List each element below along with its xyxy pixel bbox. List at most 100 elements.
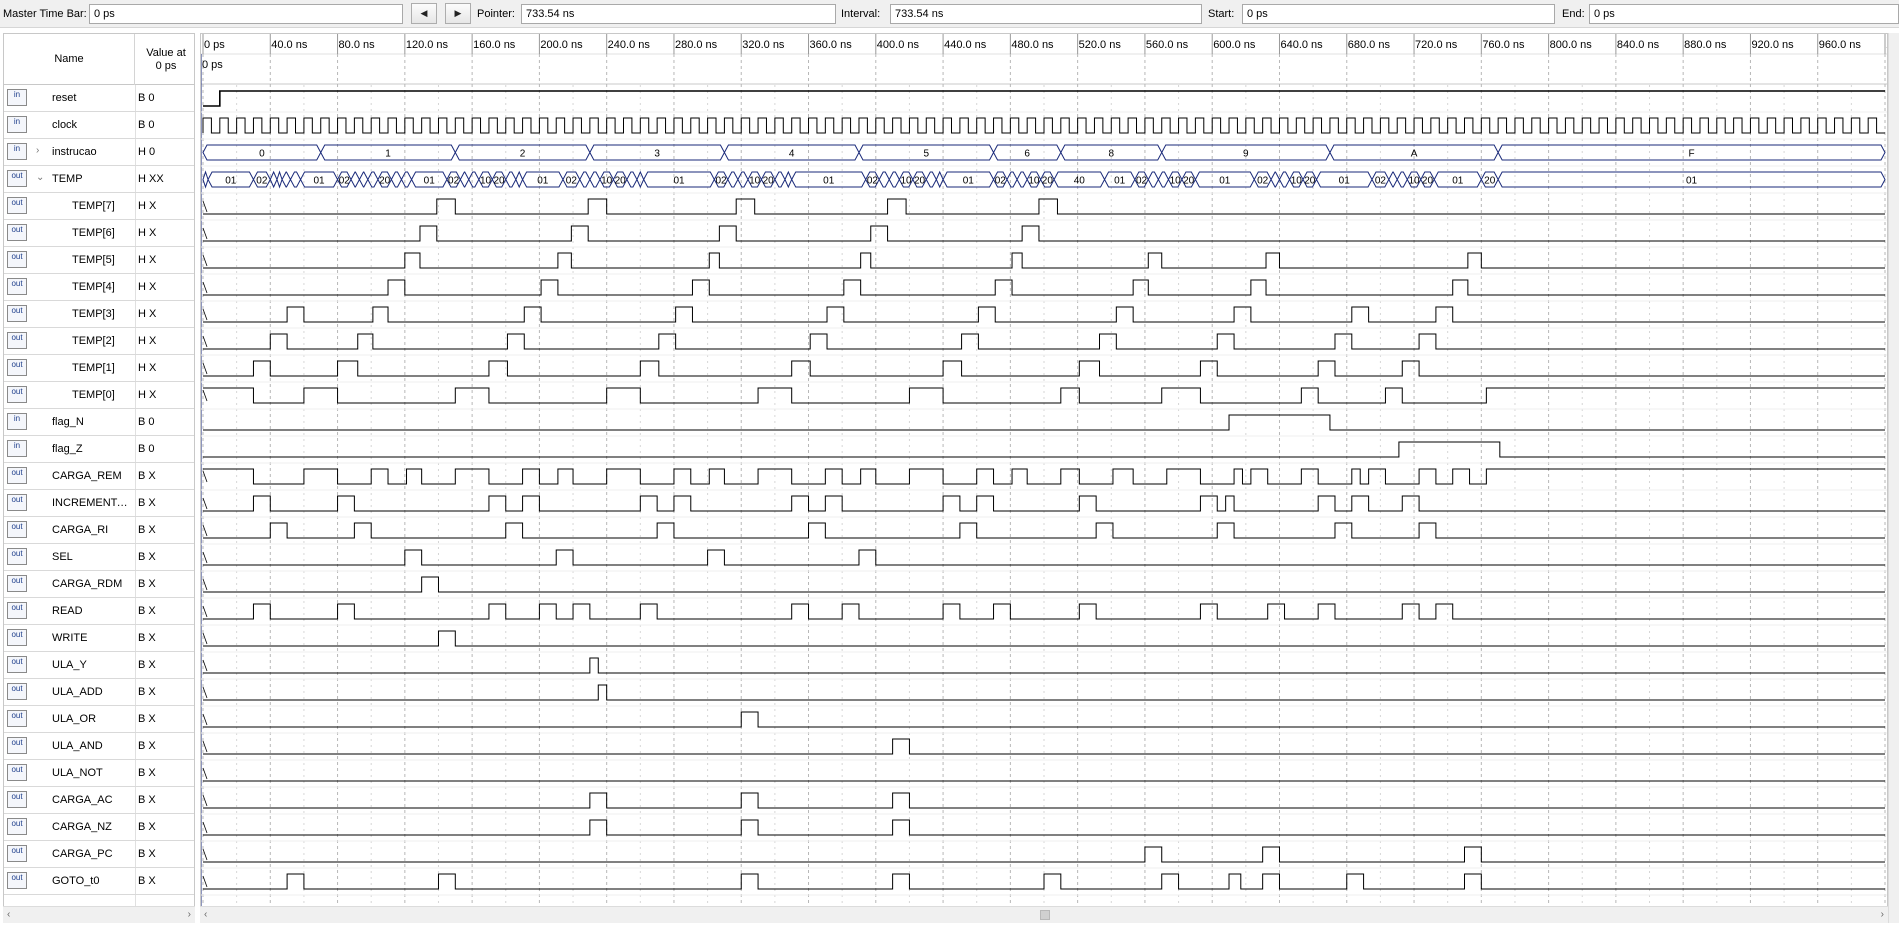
signal-row-temp0[interactable]: out TEMP[0] H X — [4, 382, 194, 409]
bus-segment-value: 10 — [480, 176, 492, 187]
signal-value: H X — [138, 308, 157, 320]
time-tick-label: 120.0 ns — [406, 39, 449, 51]
signal-row-read[interactable]: out READ B X — [4, 598, 194, 625]
unknown-marker — [202, 281, 208, 294]
scroll-right-icon[interactable]: › — [188, 909, 191, 920]
signal-row-temp2[interactable]: out TEMP[2] H X — [4, 328, 194, 355]
output-pin-icon: out — [7, 305, 27, 322]
signal-row-ula-y[interactable]: out ULA_Y B X — [4, 652, 194, 679]
output-pin-icon: out — [7, 197, 27, 214]
signal-row-temp1[interactable]: out TEMP[1] H X — [4, 355, 194, 382]
bus-segment — [1157, 171, 1170, 188]
signal-row-carga-rem[interactable]: out CARGA_REM B X — [4, 463, 194, 490]
signal-value: H X — [138, 227, 157, 239]
interval-label: Interval: — [841, 8, 881, 20]
signal-value: B X — [138, 848, 156, 860]
scroll-thumb[interactable] — [1040, 910, 1050, 920]
name-column-header[interactable]: Name — [4, 34, 135, 85]
end-field[interactable]: 0 ps — [1589, 4, 1899, 24]
signal-row-carga-ri[interactable]: out CARGA_RI B X — [4, 517, 194, 544]
start-field[interactable]: 0 ps — [1242, 4, 1555, 24]
time-tick-label: 360.0 ns — [810, 39, 853, 51]
output-pin-icon: out — [7, 710, 27, 727]
scroll-right-icon[interactable]: › — [1881, 909, 1884, 920]
waveform-temp2 — [203, 333, 1885, 350]
signal-row-instrucao[interactable]: in › instrucao H 0 — [4, 139, 194, 166]
output-pin-icon: out — [7, 224, 27, 241]
signal-name: CARGA_RDM — [52, 578, 123, 590]
signal-row-flag-n[interactable]: in flag_N B 0 — [4, 409, 194, 436]
collapse-chevron-icon[interactable]: ⌄ — [36, 172, 44, 183]
time-tick-label: 680.0 ns — [1348, 39, 1391, 51]
signal-value: B X — [138, 686, 156, 698]
signal-name: clock — [52, 119, 78, 131]
signal-row-ula-not[interactable]: out ULA_NOT B X — [4, 760, 194, 787]
signal-row-ula-or[interactable]: out ULA_OR B X — [4, 706, 194, 733]
bus-segment-value: 10 — [749, 176, 761, 187]
waveform-canvas[interactable]: 0 ps 40.0 ns 80.0 ns 120.0 ns 160.0 ns 200.0 … — [201, 34, 1888, 907]
waveform-temp6 — [203, 225, 1885, 242]
unknown-marker — [202, 254, 208, 267]
unknown-marker — [202, 848, 208, 861]
expand-chevron-icon[interactable]: › — [36, 145, 39, 156]
signal-name: TEMP[1] — [72, 362, 115, 374]
signal-row-carga-nz[interactable]: out CARGA_NZ B X — [4, 814, 194, 841]
unknown-marker — [202, 659, 208, 672]
vertical-scrollbar[interactable] — [1888, 33, 1899, 923]
signal-list-scrollbar[interactable]: ‹ › — [3, 906, 195, 923]
unknown-marker — [202, 497, 208, 510]
signal-row-temp[interactable]: out ⌄ TEMP H XX — [4, 166, 194, 193]
signal-row-temp3[interactable]: out TEMP[3] H X — [4, 301, 194, 328]
unknown-marker — [202, 740, 208, 753]
signal-value: H XX — [138, 173, 164, 185]
signal-name: TEMP[7] — [72, 200, 115, 212]
bus-segment — [468, 171, 480, 188]
output-pin-icon: out — [7, 656, 27, 673]
signal-value: B X — [138, 605, 156, 617]
signal-row-goto-t0[interactable]: out GOTO_t0 B X — [4, 868, 194, 895]
signal-row-ula-add[interactable]: out ULA_ADD B X — [4, 679, 194, 706]
previous-transition-button[interactable]: ◀ — [411, 3, 437, 24]
time-tick-label: 240.0 ns — [608, 39, 651, 51]
waveform-panel[interactable]: 0 ps 40.0 ns 80.0 ns 120.0 ns 160.0 ns 200.0 … — [200, 33, 1888, 923]
scroll-left-icon[interactable]: ‹ — [204, 909, 207, 920]
master-time-bar-field[interactable]: 0 ps — [89, 4, 403, 24]
signal-row-reset[interactable]: in reset B 0 — [4, 85, 194, 112]
signal-row-flag-z[interactable]: in flag_Z B 0 — [4, 436, 194, 463]
bus-segment-value: 02 — [448, 176, 460, 187]
signal-row-carga-ac[interactable]: out CARGA_AC B X — [4, 787, 194, 814]
signal-row-sel[interactable]: out SEL B X — [4, 544, 194, 571]
signal-name: ULA_NOT — [52, 767, 103, 779]
time-tick-label: 560.0 ns — [1146, 39, 1189, 51]
master-time-bar-label: Master Time Bar: — [3, 8, 87, 20]
signal-row-incrementa-pc[interactable]: out INCREMENTA_PC B X — [4, 490, 194, 517]
interval-field[interactable]: 733.54 ns — [890, 4, 1202, 24]
signal-row-write[interactable]: out WRITE B X — [4, 625, 194, 652]
waveform-scrollbar[interactable]: ‹ › — [200, 906, 1888, 923]
signal-value: B X — [138, 524, 156, 536]
signal-name: ULA_Y — [52, 659, 87, 671]
waveform-temp4 — [203, 279, 1885, 296]
signal-row-temp7[interactable]: out TEMP[7] H X — [4, 193, 194, 220]
value-column-header[interactable]: Value at 0 ps — [136, 47, 194, 73]
signal-row-temp6[interactable]: out TEMP[6] H X — [4, 220, 194, 247]
time-tick-label: 480.0 ns — [1011, 39, 1054, 51]
signal-row-temp5[interactable]: out TEMP[5] H X — [4, 247, 194, 274]
signal-name: flag_N — [52, 416, 84, 428]
bus-segment-value: 10 — [1291, 176, 1303, 187]
pointer-field[interactable]: 733.54 ns — [521, 4, 836, 24]
signal-row-ula-and[interactable]: out ULA_AND B X — [4, 733, 194, 760]
signal-row-carga-pc[interactable]: out CARGA_PC B X — [4, 841, 194, 868]
waveform-ula-or — [203, 711, 1885, 728]
input-pin-icon: in — [7, 413, 27, 430]
next-transition-button[interactable]: ▶ — [445, 3, 471, 24]
time-tick-label: 920.0 ns — [1751, 39, 1794, 51]
signal-name: TEMP[5] — [72, 254, 115, 266]
signal-row-clock[interactable]: in clock B 0 — [4, 112, 194, 139]
value-column-header-line2: 0 ps — [155, 60, 177, 72]
bus-segment — [727, 171, 739, 188]
signal-row-carga-rdm[interactable]: out CARGA_RDM B X — [4, 571, 194, 598]
bus-segment — [1278, 171, 1291, 188]
scroll-left-icon[interactable]: ‹ — [7, 909, 10, 920]
signal-row-temp4[interactable]: out TEMP[4] H X — [4, 274, 194, 301]
